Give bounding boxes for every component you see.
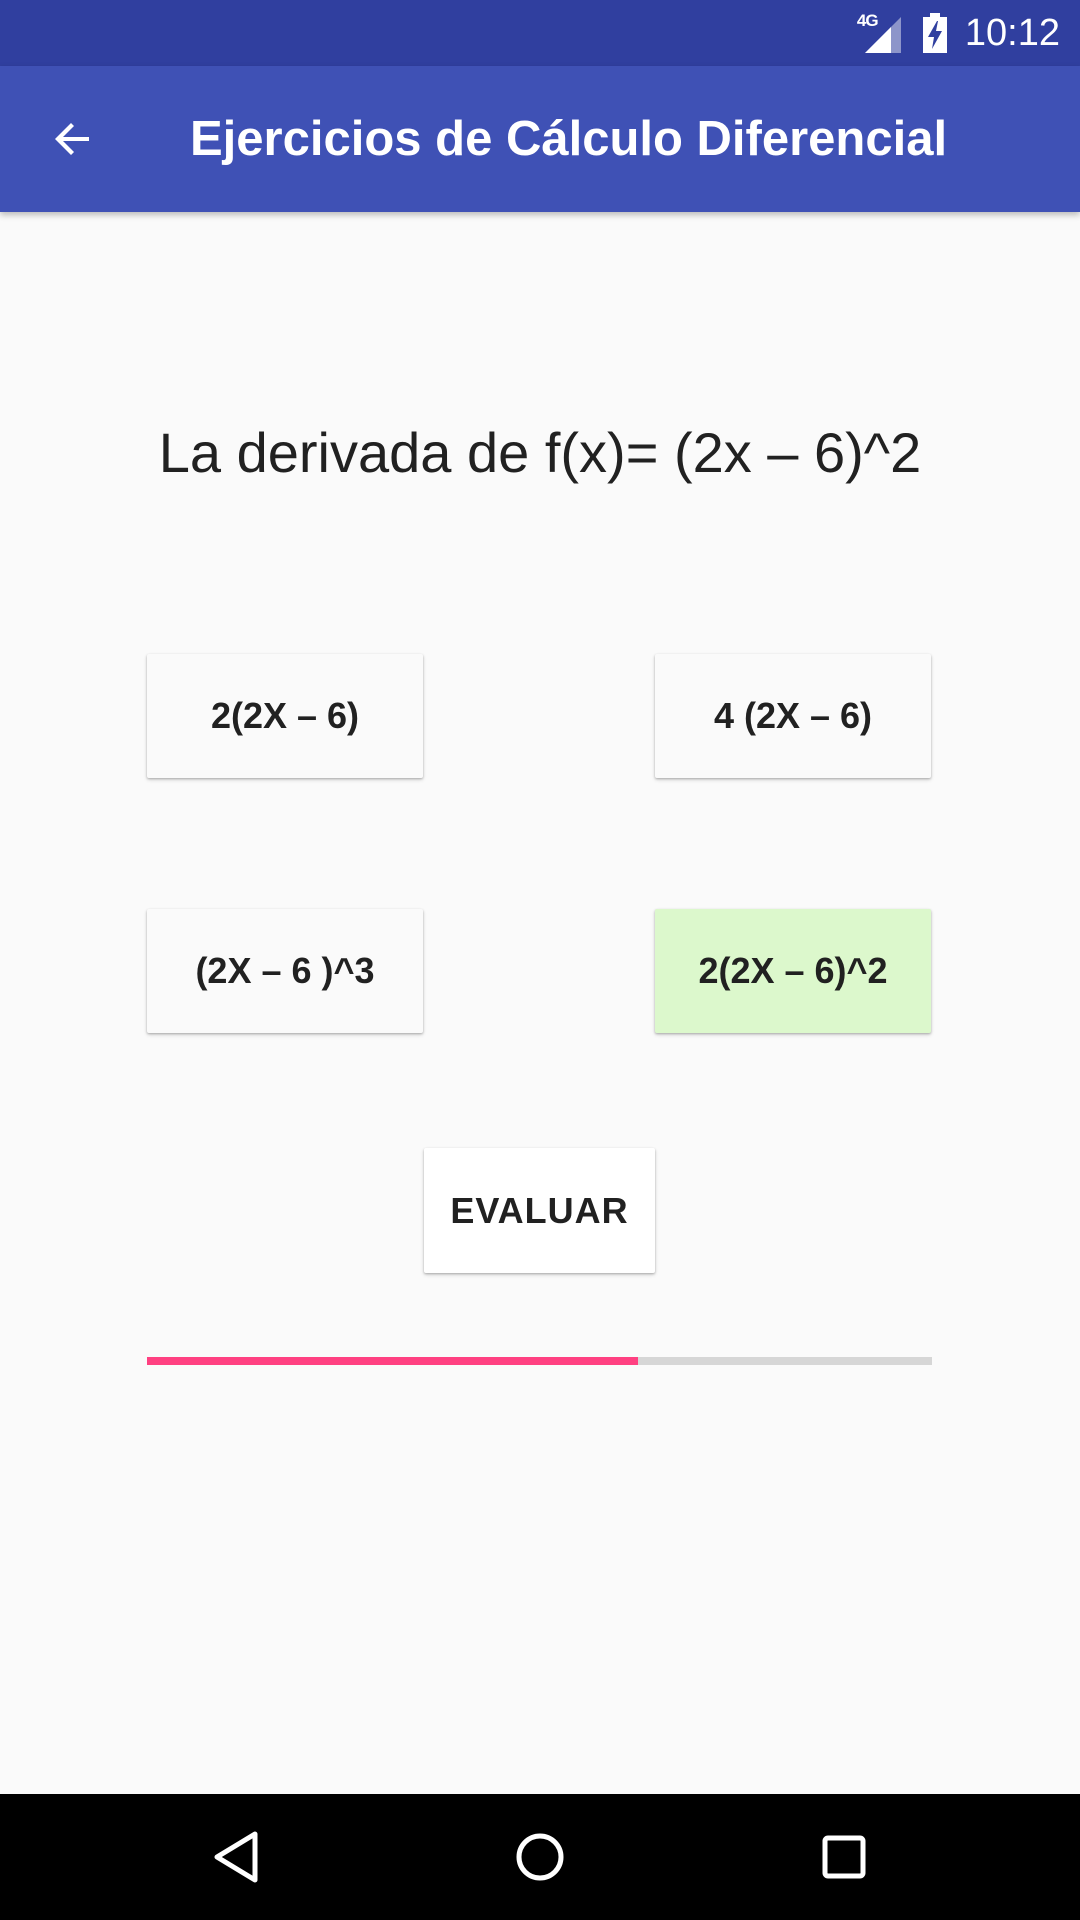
question-text: La derivada de f(x)= (2x – 6)^2	[158, 421, 922, 484]
battery-charging-icon	[922, 13, 947, 53]
progress-bar	[147, 1357, 932, 1365]
navigation-bar	[0, 1794, 1080, 1920]
screen: 4G 10:12 Ejercicios de Cálculo Diferenci…	[0, 0, 1080, 1920]
option-button-2[interactable]: 4 (2X – 6)	[655, 654, 931, 778]
progress-fill	[147, 1357, 638, 1365]
signal-icon	[864, 17, 901, 53]
app-bar: Ejercicios de Cálculo Diferencial	[0, 66, 1080, 212]
nav-home-icon	[516, 1833, 564, 1881]
network-indicator: 4G	[857, 11, 901, 53]
status-clock: 10:12	[964, 11, 1060, 54]
option-button-4[interactable]: 2(2X – 6)^2	[655, 909, 931, 1033]
status-bar: 4G 10:12	[0, 0, 1080, 66]
nav-back-button[interactable]	[196, 1817, 276, 1897]
arrow-back-icon	[55, 123, 89, 155]
app-title: Ejercicios de Cálculo Diferencial	[190, 112, 948, 166]
nav-home-button[interactable]	[500, 1817, 580, 1897]
option-button-1[interactable]: 2(2X – 6)	[147, 654, 423, 778]
nav-recents-icon	[822, 1835, 866, 1879]
evaluate-button[interactable]: EVALUAR	[424, 1148, 655, 1273]
nav-back-icon	[214, 1831, 258, 1883]
back-button[interactable]	[28, 94, 118, 184]
nav-recents-button[interactable]	[804, 1817, 884, 1897]
option-button-3[interactable]: (2X – 6 )^3	[147, 909, 423, 1033]
status-icons: 4G 10:12	[857, 0, 1060, 66]
